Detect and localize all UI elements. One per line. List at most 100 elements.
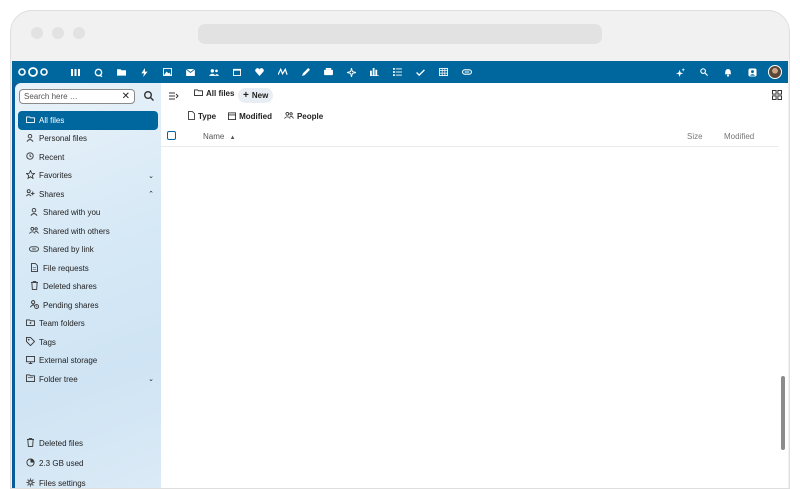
chevron-down-icon[interactable]: ⌄: [148, 172, 154, 180]
photos-icon[interactable]: [156, 61, 179, 83]
deck-icon[interactable]: [317, 61, 340, 83]
analytics-icon[interactable]: [363, 61, 386, 83]
star-icon: [24, 169, 36, 181]
nav-item-label: Folder tree: [39, 374, 78, 384]
filter-type[interactable]: Type: [188, 111, 216, 122]
column-name-label: Name: [203, 132, 225, 141]
nav-item-deleted-shares[interactable]: Deleted shares: [18, 278, 158, 297]
minimize-dot[interactable]: [52, 27, 64, 39]
nav-list: All files Personal files Recent Favorite…: [18, 111, 158, 389]
nav-item-label: Recent: [39, 152, 65, 162]
chevron-down-icon[interactable]: ⌄: [148, 375, 154, 383]
nav-item-personal-files[interactable]: Personal files: [18, 130, 158, 149]
filter-label: Modified: [239, 112, 272, 121]
nav-item-label: Personal files: [39, 134, 88, 144]
nav-item-shared-with-you[interactable]: Shared with you: [18, 204, 158, 223]
team-folder-icon: [24, 319, 36, 328]
nav-item-shares[interactable]: Shares ⌃: [18, 185, 158, 204]
nav-item-label: All files: [39, 115, 65, 125]
column-modified-header[interactable]: Modified: [724, 132, 754, 141]
search-input[interactable]: Search here … ✕: [19, 89, 135, 104]
app-menu: [64, 61, 478, 83]
history-icon: [24, 152, 36, 162]
chevron-up-icon[interactable]: ⌃: [148, 190, 154, 198]
nav-item-files-settings[interactable]: Files settings: [18, 473, 158, 488]
nav-item-file-requests[interactable]: File requests: [18, 259, 158, 278]
header-right: [668, 61, 788, 83]
nav-item-label: Deleted files: [39, 438, 84, 448]
nav-item-recent[interactable]: Recent: [18, 148, 158, 167]
nav-item-team-folders[interactable]: Team folders: [18, 315, 158, 334]
files-icon[interactable]: [110, 61, 133, 83]
sidebar-toggle-icon[interactable]: [169, 91, 179, 101]
window-controls: [31, 27, 85, 39]
whiteboard-icon[interactable]: [271, 61, 294, 83]
column-name-header[interactable]: Name ▲: [203, 132, 236, 141]
talk-icon[interactable]: [87, 61, 110, 83]
folder-icon: [194, 89, 203, 98]
nav-item-label: External storage: [39, 356, 98, 366]
grid-view-icon[interactable]: [772, 90, 782, 100]
nav-item-folder-tree[interactable]: Folder tree ⌄: [18, 370, 158, 389]
select-all-checkbox[interactable]: [167, 131, 176, 140]
contacts-menu-icon[interactable]: [740, 61, 764, 83]
close-dot[interactable]: [31, 27, 43, 39]
filter-modified[interactable]: Modified: [228, 111, 272, 122]
nav-item-external-storage[interactable]: External storage: [18, 352, 158, 371]
column-size-header[interactable]: Size: [687, 132, 703, 141]
nav-item-tags[interactable]: Tags: [18, 333, 158, 352]
assistant-icon[interactable]: [668, 61, 692, 83]
search-icon[interactable]: [692, 61, 716, 83]
link-icon[interactable]: [455, 61, 478, 83]
search-icon[interactable]: [143, 90, 155, 102]
address-bar[interactable]: [198, 24, 602, 44]
nav-item-all-files[interactable]: All files: [18, 111, 158, 130]
nav-item-deleted-files[interactable]: Deleted files: [18, 433, 158, 453]
filter-label: People: [296, 112, 324, 121]
person-icon: [24, 133, 36, 144]
new-button[interactable]: + New: [238, 88, 274, 103]
tables-icon[interactable]: [432, 61, 455, 83]
tag-icon: [24, 336, 36, 348]
breadcrumb[interactable]: All files: [194, 89, 234, 98]
file-icon: [188, 111, 195, 122]
calendar-icon: [228, 111, 237, 122]
star-sparkle-icon[interactable]: [340, 61, 363, 83]
user-avatar[interactable]: [768, 65, 782, 79]
contacts-icon[interactable]: [202, 61, 225, 83]
nav-item-label: Pending shares: [43, 300, 99, 310]
nav-item-shared-with-others[interactable]: Shared with others: [18, 222, 158, 241]
maximize-dot[interactable]: [73, 27, 85, 39]
share-icon: [24, 189, 36, 199]
nav-item-pending-shares[interactable]: Pending shares: [18, 296, 158, 315]
tasks-icon[interactable]: [386, 61, 409, 83]
nav-item-shared-by-link[interactable]: Shared by link: [18, 241, 158, 260]
nav-item-label: Shared by link: [43, 245, 94, 255]
heart-icon[interactable]: [248, 61, 271, 83]
monitor-icon: [24, 355, 36, 366]
sort-ascending-icon: ▲: [229, 135, 236, 141]
link-icon: [28, 245, 40, 254]
storage-quota[interactable]: 2.3 GB used: [18, 453, 158, 473]
nav-item-label: Shared with others: [43, 226, 110, 236]
group-icon: [28, 226, 40, 236]
mail-icon[interactable]: [179, 61, 202, 83]
pen-icon[interactable]: [294, 61, 317, 83]
nextcloud-logo[interactable]: [18, 67, 48, 77]
folder-icon: [24, 116, 36, 125]
filter-label: Type: [198, 112, 217, 121]
pie-chart-icon: [24, 457, 36, 469]
scrollbar[interactable]: [781, 376, 785, 450]
nav-item-label: Favorites: [39, 171, 72, 181]
clear-icon[interactable]: ✕: [122, 91, 130, 102]
nav-item-favorites[interactable]: Favorites ⌄: [18, 167, 158, 186]
nextcloud-app: Search here … ✕ All files Personal files: [12, 61, 788, 488]
filter-people[interactable]: People: [284, 111, 323, 122]
check-icon[interactable]: [409, 61, 432, 83]
breadcrumb-label: All files: [206, 89, 235, 98]
activity-icon[interactable]: [133, 61, 156, 83]
notifications-icon[interactable]: [716, 61, 740, 83]
dashboard-icon[interactable]: [64, 61, 87, 83]
file-table-header: Name ▲ Size Modified: [161, 126, 779, 147]
calendar-icon[interactable]: [225, 61, 248, 83]
